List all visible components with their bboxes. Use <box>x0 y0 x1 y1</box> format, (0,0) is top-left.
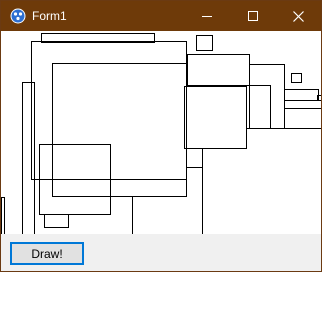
minimize-button[interactable] <box>184 1 230 31</box>
maximize-button[interactable] <box>230 1 276 31</box>
form-window: Form1 Draw! <box>0 0 322 272</box>
maximize-icon <box>248 11 258 21</box>
drawing-canvas <box>1 31 321 234</box>
app-icon <box>10 8 26 24</box>
rectangles-drawing <box>1 33 321 234</box>
close-button[interactable] <box>275 1 321 31</box>
title-bar[interactable]: Form1 <box>1 1 321 31</box>
draw-button[interactable]: Draw! <box>10 242 84 265</box>
minimize-icon <box>202 16 212 17</box>
button-panel: Draw! <box>1 234 321 271</box>
window-title: Form1 <box>32 9 67 23</box>
close-icon <box>293 11 304 22</box>
